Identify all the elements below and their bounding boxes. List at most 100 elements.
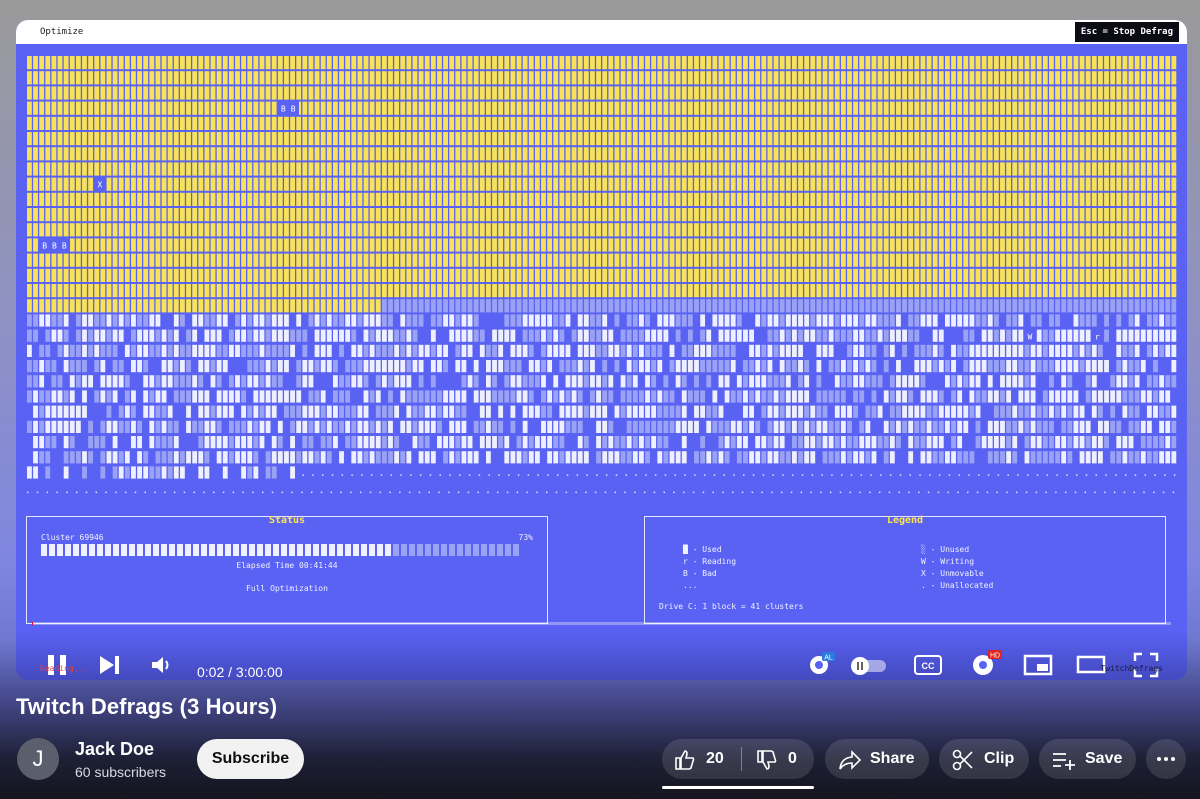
cluster-used bbox=[351, 253, 357, 267]
cluster-unused bbox=[106, 344, 112, 357]
cluster-used bbox=[57, 101, 63, 115]
cluster-used bbox=[118, 162, 124, 176]
cluster-used bbox=[351, 375, 357, 388]
cluster-unused bbox=[1012, 299, 1018, 313]
cluster-used bbox=[424, 405, 430, 418]
cluster-unused bbox=[290, 329, 295, 342]
cluster-used bbox=[822, 177, 828, 191]
cluster-used bbox=[241, 147, 247, 161]
cluster-used bbox=[33, 436, 38, 449]
cluster-used bbox=[804, 390, 810, 403]
cluster-used bbox=[388, 208, 393, 222]
cluster-unused bbox=[1146, 299, 1152, 313]
cluster-unused bbox=[822, 299, 828, 313]
cluster-unused bbox=[57, 344, 63, 357]
cluster-used bbox=[204, 436, 210, 449]
cluster-used bbox=[351, 192, 357, 206]
cluster-used bbox=[565, 147, 571, 161]
cluster-unused bbox=[1006, 329, 1012, 342]
cluster-used bbox=[137, 344, 142, 357]
cluster-used bbox=[792, 132, 797, 146]
cluster-used bbox=[1128, 284, 1134, 298]
cluster-used bbox=[590, 208, 595, 222]
cluster-used bbox=[571, 375, 577, 388]
cluster-used bbox=[504, 177, 510, 191]
cluster-used bbox=[669, 344, 675, 357]
cluster-used bbox=[455, 101, 461, 115]
cluster-used bbox=[277, 284, 283, 298]
cluster-used bbox=[785, 390, 791, 403]
cluster-used bbox=[1134, 177, 1140, 191]
cluster-unused bbox=[39, 344, 45, 357]
cluster-unused bbox=[1085, 299, 1091, 313]
cluster-unused bbox=[847, 375, 852, 388]
cluster-used bbox=[381, 360, 387, 373]
cluster-used bbox=[877, 192, 883, 206]
cluster-used bbox=[394, 132, 400, 146]
cluster-unallocated bbox=[997, 474, 1000, 476]
cluster-used bbox=[945, 268, 950, 282]
cluster-used bbox=[235, 284, 240, 298]
cluster-used bbox=[712, 147, 718, 161]
cluster-used bbox=[235, 147, 240, 161]
cluster-unused bbox=[798, 420, 803, 433]
cluster-used bbox=[1171, 162, 1177, 176]
cluster-unallocated bbox=[1164, 474, 1166, 476]
cluster-used bbox=[645, 56, 650, 70]
cluster-used bbox=[180, 162, 185, 176]
cluster-used bbox=[528, 147, 534, 161]
cluster-used bbox=[583, 147, 589, 161]
cluster-unused bbox=[412, 405, 418, 418]
cluster-used bbox=[608, 208, 614, 222]
cluster-unused bbox=[1006, 405, 1012, 418]
cluster-used bbox=[957, 192, 963, 206]
cluster-unallocated bbox=[821, 474, 823, 476]
cluster-used bbox=[663, 238, 669, 252]
cluster-used bbox=[657, 132, 663, 146]
cluster-used bbox=[547, 451, 553, 464]
cluster-used bbox=[75, 162, 81, 176]
cluster-used bbox=[755, 344, 761, 357]
cluster-used bbox=[614, 192, 620, 206]
cluster-used bbox=[1153, 223, 1158, 237]
cluster-unused bbox=[88, 451, 94, 464]
cluster-used bbox=[449, 192, 455, 206]
cluster-used bbox=[198, 101, 204, 115]
cluster-used bbox=[369, 71, 375, 85]
cluster-used bbox=[253, 299, 259, 313]
cluster-unallocated bbox=[772, 474, 774, 476]
video-player[interactable]: Optimize Esc = Stop Defrag BBXBBBWr Stat… bbox=[16, 20, 1187, 680]
cluster-used bbox=[663, 162, 669, 176]
cluster-used bbox=[865, 436, 871, 449]
cluster-used bbox=[877, 147, 883, 161]
cluster-used bbox=[798, 101, 803, 115]
cluster-unused bbox=[271, 344, 277, 357]
cluster-used bbox=[388, 101, 393, 115]
cluster-unused bbox=[712, 451, 718, 464]
cluster-unused bbox=[106, 390, 112, 403]
cluster-used bbox=[840, 56, 846, 70]
cluster-used bbox=[33, 238, 38, 252]
cluster-used bbox=[406, 405, 412, 418]
cluster-used bbox=[596, 162, 601, 176]
cluster-used bbox=[339, 238, 344, 252]
cluster-used bbox=[602, 177, 608, 191]
cluster-unused bbox=[1030, 314, 1036, 327]
cluster-used bbox=[388, 329, 393, 342]
cluster-used bbox=[828, 344, 834, 357]
cluster-used bbox=[932, 86, 938, 100]
cluster-used bbox=[112, 329, 118, 342]
cluster-used bbox=[896, 116, 901, 130]
cluster-marker: B bbox=[62, 241, 67, 250]
cluster-unused bbox=[779, 451, 785, 464]
cluster-used bbox=[718, 208, 724, 222]
cluster-used bbox=[718, 375, 724, 388]
cluster-used bbox=[400, 390, 406, 403]
cluster-used bbox=[730, 314, 736, 327]
cluster-unused bbox=[75, 329, 81, 342]
cluster-used bbox=[651, 284, 657, 298]
cluster-used bbox=[33, 162, 38, 176]
cluster-unused bbox=[541, 405, 546, 418]
cluster-used bbox=[700, 71, 706, 85]
cluster-used bbox=[388, 132, 393, 146]
